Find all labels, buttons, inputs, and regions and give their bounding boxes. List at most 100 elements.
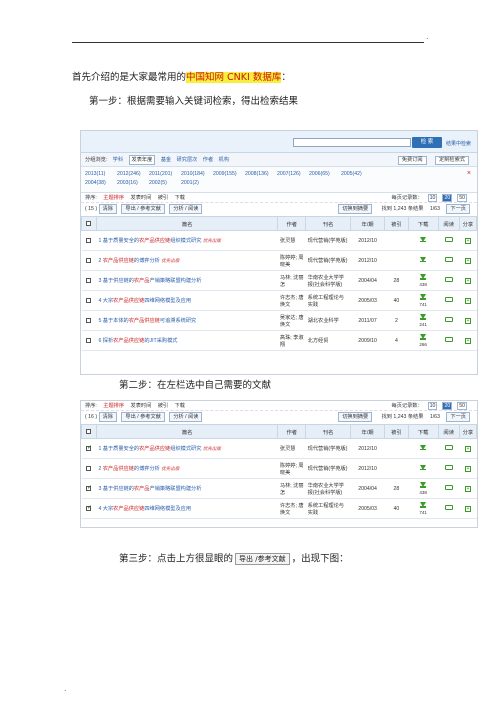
download-icon[interactable]	[420, 236, 427, 242]
col-year[interactable]: 年/期	[349, 424, 386, 439]
col-read[interactable]: 阅读	[437, 216, 460, 231]
per-page-10[interactable]: 10	[427, 402, 438, 410]
per-page-20[interactable]: 20	[442, 402, 453, 410]
row-author[interactable]: 高珠; 李淑翔	[277, 330, 306, 351]
row-author[interactable]: 陈婷婷; 周晓美	[277, 250, 306, 271]
row-author[interactable]: 马林; 沈丽怎	[277, 478, 306, 499]
year-link[interactable]: 2007(126)	[277, 170, 309, 179]
download-icon[interactable]	[420, 464, 427, 470]
col-year[interactable]: 年/期	[349, 216, 386, 231]
title-post[interactable]: 产销策略联盟构建分析	[150, 278, 202, 284]
clear-button[interactable]: 清除	[98, 412, 117, 422]
group-subject[interactable]: 学科	[113, 153, 123, 167]
col-author[interactable]: 作者	[277, 216, 307, 231]
col-share[interactable]: 分享	[458, 424, 477, 439]
title-pre[interactable]: 基于本体的	[103, 318, 129, 324]
read-icon[interactable]	[444, 317, 453, 322]
read-icon[interactable]	[444, 337, 453, 342]
col-share[interactable]: 分享	[458, 216, 477, 231]
row-journal[interactable]: 现代营销(学苑版)	[305, 438, 351, 459]
title-pre[interactable]: 大宗	[103, 298, 113, 304]
sort-relevance[interactable]: 主题排序	[103, 403, 124, 409]
title-pre[interactable]: 探析	[103, 338, 113, 344]
sort-cited[interactable]: 被引	[158, 195, 168, 201]
sort-date[interactable]: 发表时间	[131, 403, 152, 409]
row-journal[interactable]: 北方经贸	[305, 330, 351, 351]
sort-downloads[interactable]: 下载	[175, 195, 185, 201]
title-keyword[interactable]: 农产品供应链	[139, 238, 170, 244]
row-checkbox[interactable]	[86, 237, 92, 243]
next-page-button[interactable]: 下一页	[446, 204, 470, 214]
col-read[interactable]: 阅读	[437, 424, 460, 439]
row-checkbox[interactable]	[86, 257, 92, 263]
close-icon[interactable]: ×	[467, 170, 471, 177]
row-journal[interactable]: 现代营销(学苑版)	[305, 230, 351, 251]
per-page-20[interactable]: 20	[442, 194, 453, 202]
title-post[interactable]: 四维网络模型及应用	[144, 298, 191, 304]
year-link[interactable]: 2011(201)	[149, 170, 181, 179]
download-icon[interactable]	[420, 444, 427, 450]
custom-search-button[interactable]: 定制检索式	[435, 156, 469, 165]
row-author[interactable]: 张灵慧	[277, 438, 306, 459]
year-link[interactable]: 2012(246)	[117, 170, 149, 179]
title-keyword[interactable]: 农产品供应链	[113, 298, 144, 304]
row-author[interactable]: 许志杰; 唐焕文	[277, 498, 306, 519]
share-icon[interactable]: +	[464, 485, 471, 492]
read-icon[interactable]	[444, 465, 453, 470]
sort-relevance[interactable]: 主题排序	[103, 195, 124, 201]
row-journal[interactable]: 湖北农业科学	[305, 310, 351, 331]
row-checkbox[interactable]	[86, 465, 92, 471]
title-keyword[interactable]: 农产品供应链	[103, 258, 134, 264]
year-link[interactable]: 2005(42)	[341, 170, 373, 179]
title-post[interactable]: 的博弈分析	[134, 466, 160, 472]
per-page-50[interactable]: 50	[457, 402, 467, 410]
select-all-header[interactable]	[81, 424, 97, 439]
share-icon[interactable]: +	[464, 445, 471, 452]
title-post[interactable]: 组织模式研究	[170, 238, 201, 244]
select-all-header[interactable]	[81, 216, 97, 231]
group-year[interactable]: 发表年度	[128, 155, 156, 165]
row-author[interactable]: 陈婷婷; 周晓美	[277, 458, 306, 479]
col-author[interactable]: 作者	[277, 424, 307, 439]
title-keyword[interactable]: 农产品供应链	[129, 318, 160, 324]
row-checkbox[interactable]	[86, 444, 92, 451]
search-within-link[interactable]: 结果中检索	[446, 140, 471, 147]
group-institution[interactable]: 机构	[219, 153, 229, 167]
row-journal[interactable]: 华南农业大学学报(社会科学版)	[305, 270, 351, 291]
row-author[interactable]: 马林; 沈丽怎	[277, 270, 306, 291]
year-link[interactable]: 2006(65)	[309, 170, 341, 179]
download-icon[interactable]	[420, 334, 427, 340]
share-icon[interactable]: +	[464, 277, 471, 284]
group-level[interactable]: 研究层次	[177, 153, 198, 167]
title-keyword[interactable]: 农产品供应链	[113, 338, 144, 344]
title-pre[interactable]: 基于质量安全的	[103, 446, 139, 452]
title-pre[interactable]: 基于质量安全的	[103, 238, 139, 244]
year-link[interactable]: 2013(11)	[85, 170, 117, 179]
share-icon[interactable]: +	[464, 237, 471, 244]
search-input[interactable]	[293, 138, 411, 147]
share-icon[interactable]: +	[464, 505, 471, 512]
download-icon[interactable]	[420, 314, 427, 320]
toggle-abstract-button[interactable]: 切换到摘要	[338, 204, 373, 214]
title-keyword[interactable]: 农产品供应链	[103, 466, 134, 472]
row-checkbox[interactable]	[86, 484, 92, 491]
col-title[interactable]: 篇名	[95, 216, 279, 231]
download-icon[interactable]	[420, 482, 427, 488]
title-post[interactable]: 四维网络模型及应用	[144, 506, 191, 512]
share-icon[interactable]: +	[464, 337, 471, 344]
sort-downloads[interactable]: 下载	[175, 403, 185, 409]
title-pre[interactable]: 基于供应链的	[103, 278, 134, 284]
read-icon[interactable]	[444, 297, 453, 302]
group-author[interactable]: 作者	[203, 153, 213, 167]
read-icon[interactable]	[444, 277, 453, 282]
export-button[interactable]: 导出 / 参考文献	[121, 204, 165, 214]
download-icon[interactable]	[420, 274, 427, 280]
analyze-button[interactable]: 分析 / 阅读	[169, 204, 203, 214]
group-fund[interactable]: 基金	[161, 153, 171, 167]
row-checkbox[interactable]	[86, 337, 92, 343]
year-link[interactable]: 2009(155)	[213, 170, 245, 179]
title-post[interactable]: 组织模式研究	[170, 446, 201, 452]
title-keyword[interactable]: 农产品	[134, 486, 150, 492]
year-link[interactable]: 2003(16)	[117, 179, 149, 188]
col-cited[interactable]: 被引	[384, 216, 409, 231]
